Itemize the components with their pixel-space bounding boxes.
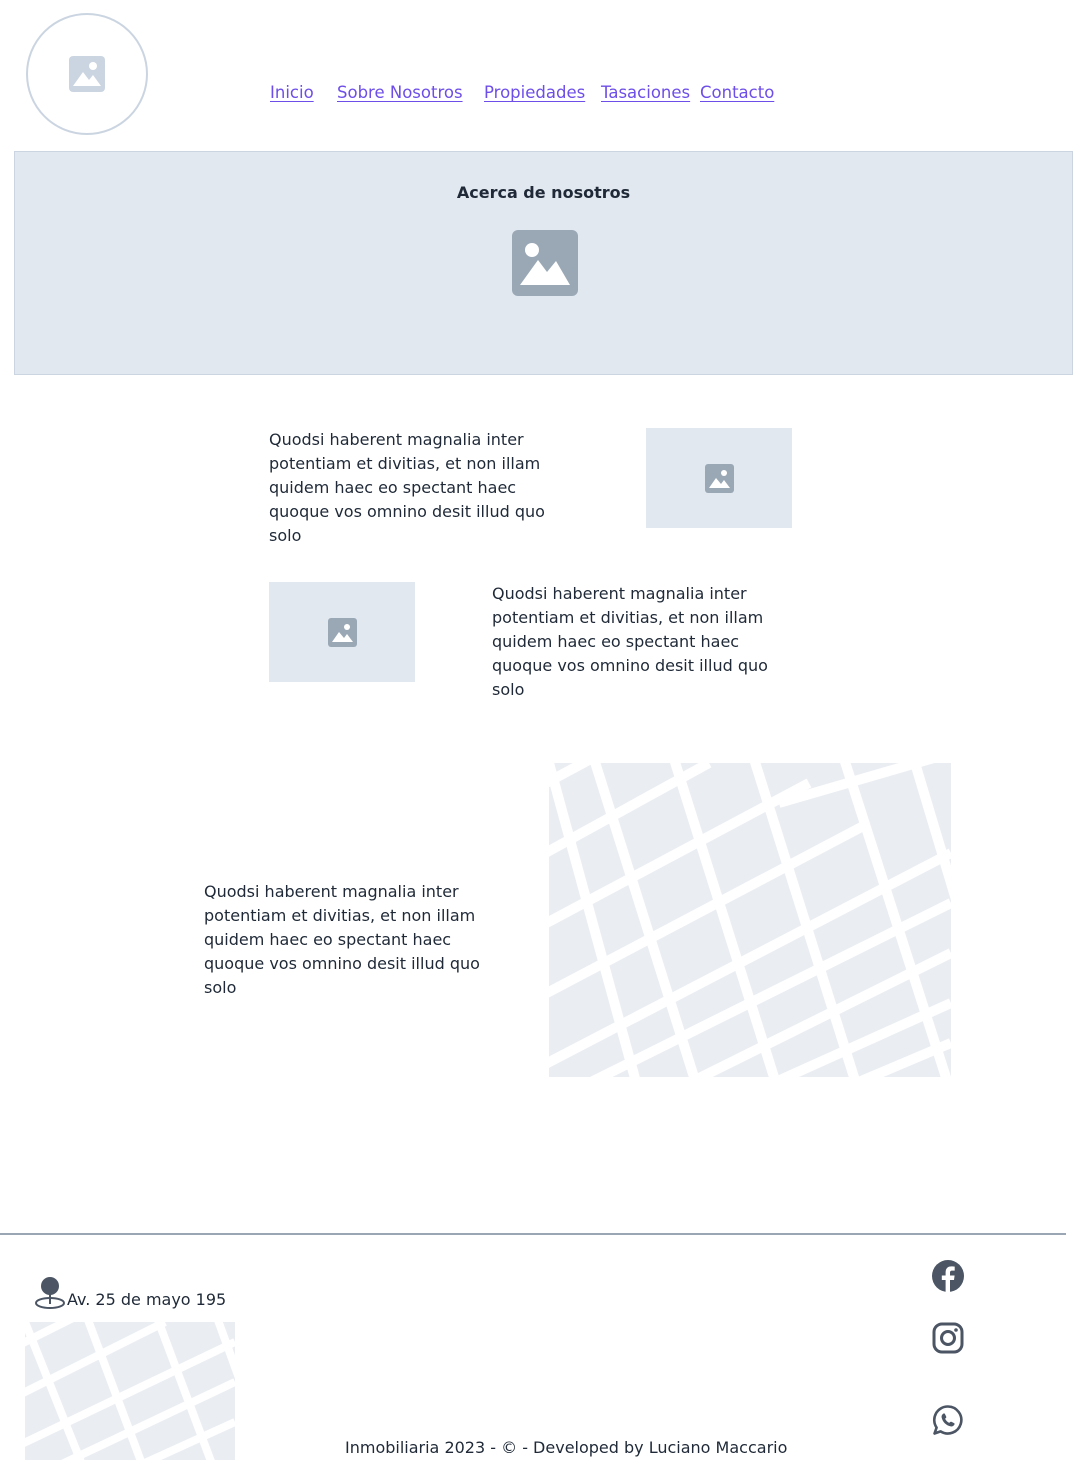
nav-link-propiedades[interactable]: Propiedades — [484, 83, 585, 102]
footer-map[interactable] — [25, 1322, 235, 1460]
instagram-icon — [932, 1322, 964, 1354]
nav-link-inicio[interactable]: Inicio — [270, 83, 314, 102]
image-placeholder-icon — [704, 463, 734, 493]
location-map[interactable] — [549, 763, 951, 1077]
instagram-link[interactable] — [932, 1322, 964, 1354]
footer-divider — [0, 1233, 1066, 1235]
site-logo[interactable] — [26, 13, 148, 135]
footer-copyright: Inmobiliaria 2023 - © - Developed by Luc… — [345, 1438, 788, 1457]
about-image-1 — [646, 428, 792, 528]
map-streets-graphic — [25, 1322, 235, 1460]
nav-link-sobre-nosotros[interactable]: Sobre Nosotros — [337, 83, 463, 102]
image-placeholder-icon — [512, 230, 578, 296]
footer-address: Av. 25 de mayo 195 — [34, 1276, 226, 1309]
hero-title: Acerca de nosotros — [456, 183, 631, 202]
facebook-link[interactable] — [932, 1260, 964, 1292]
image-placeholder-icon — [327, 617, 357, 647]
map-streets-graphic — [549, 763, 951, 1077]
hero-banner: Acerca de nosotros — [14, 151, 1073, 375]
about-text-3: Quodsi haberent magnalia inter potentiam… — [204, 882, 480, 997]
about-text-2: Quodsi haberent magnalia inter potentiam… — [492, 584, 768, 699]
about-text-1: Quodsi haberent magnalia inter potentiam… — [269, 430, 545, 545]
map-pin-icon — [35, 1277, 65, 1309]
image-placeholder-icon — [69, 56, 105, 92]
about-image-2 — [269, 582, 415, 682]
whatsapp-icon — [932, 1405, 963, 1435]
address-text: Av. 25 de mayo 195 — [67, 1290, 227, 1309]
whatsapp-link[interactable] — [932, 1404, 964, 1436]
nav-link-tasaciones[interactable]: Tasaciones — [601, 83, 690, 102]
facebook-icon — [932, 1260, 964, 1292]
nav-link-contacto[interactable]: Contacto — [700, 83, 774, 102]
